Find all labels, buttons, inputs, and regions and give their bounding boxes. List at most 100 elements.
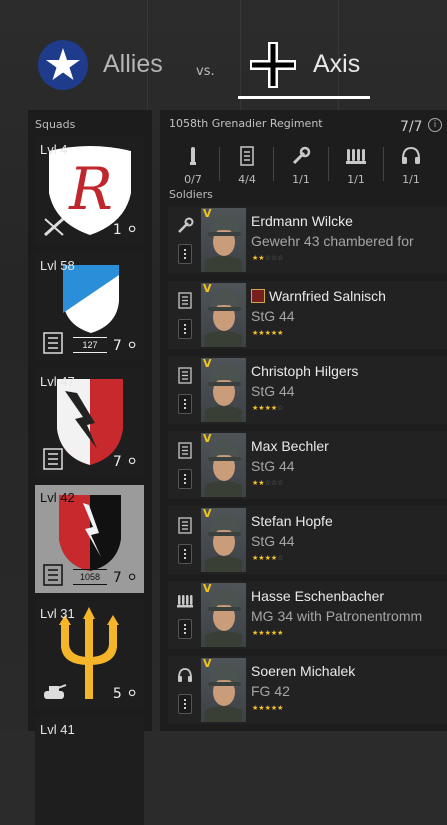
allies-star-icon[interactable]	[38, 40, 88, 90]
squad-card-selected[interactable]: Lvl 42 1058 7 ⚪	[35, 485, 144, 593]
squad-unit-tag: 1058	[73, 569, 107, 585]
slot-value: 0/7	[184, 173, 202, 186]
wrench-icon	[176, 216, 194, 234]
slot-value: 1/1	[402, 173, 420, 186]
star-empty-icon: ☆	[277, 554, 284, 562]
list-icon	[43, 332, 63, 354]
person-icon: ⚪	[126, 454, 138, 470]
star-empty-icon: ☆	[277, 254, 284, 262]
more-options-icon[interactable]	[178, 694, 192, 714]
soldier-name-text: Stefan Hopfe	[251, 513, 333, 529]
star-filled-icon: ★	[277, 704, 284, 712]
list-icon	[176, 516, 194, 534]
side-header: Allies vs. Axis	[0, 0, 447, 100]
more-options-icon[interactable]	[178, 469, 192, 489]
squad-card[interactable]: Lvl 31 5 ⚪	[35, 601, 144, 709]
squad-soldier-count: 7 ⚪	[112, 338, 138, 354]
soldier-weapon: StG 44	[251, 383, 295, 399]
slot-value: 1/1	[347, 173, 365, 186]
list-icon	[43, 448, 63, 470]
soldier-name: Max Bechler	[251, 438, 329, 454]
headset-icon	[176, 666, 194, 684]
squad-card[interactable]: Lvl 41	[35, 717, 144, 825]
soldier-row[interactable]: V Soeren Michalek FG 42 ★★★★★	[168, 656, 447, 724]
ammo-icon	[190, 147, 196, 165]
soldier-row[interactable]: V Max Bechler StG 44 ★★☆☆☆	[168, 431, 447, 499]
soldier-row[interactable]: V Christoph Hilgers StG 44 ★★★★☆	[168, 356, 447, 424]
squad-card[interactable]: Lvl 58 127 7 ⚪	[35, 253, 144, 361]
rank-badge: V	[203, 207, 212, 220]
vs-label: vs.	[196, 64, 215, 79]
soldier-name-text: Soeren Michalek	[251, 663, 356, 679]
more-options-icon[interactable]	[178, 244, 192, 264]
info-icon[interactable]: i	[428, 118, 442, 132]
rank-badge: V	[203, 582, 212, 595]
soldier-row[interactable]: V Erdmann Wilcke Gewehr 43 chambered for ★★…	[168, 206, 447, 274]
slot-divider	[383, 147, 384, 181]
more-options-icon[interactable]	[178, 319, 192, 339]
regiment-count: 7/7	[400, 119, 423, 135]
medal-icon	[251, 289, 265, 303]
soldier-name: Soeren Michalek	[251, 663, 355, 679]
list-icon	[240, 146, 254, 166]
soldier-weapon: StG 44	[251, 308, 295, 324]
slot-divider	[273, 147, 274, 181]
soldier-weapon: MG 34 with Patronentromm	[251, 608, 423, 624]
soldier-name: Hasse Eschenbacher	[251, 588, 384, 604]
soldier-stars: ★★★★★	[252, 629, 283, 637]
more-options-icon[interactable]	[178, 394, 192, 414]
soldier-row[interactable]: V Stefan Hopfe StG 44 ★★★★☆	[168, 506, 447, 574]
list-icon	[176, 291, 194, 309]
axis-cross-icon[interactable]	[248, 40, 298, 90]
list-icon	[176, 366, 194, 384]
star-filled-icon: ★	[277, 329, 284, 337]
soldier-row[interactable]: V Hasse Eschenbacher MG 34 with Patronentr…	[168, 581, 447, 649]
ammo-belt-icon	[176, 591, 194, 609]
more-options-icon[interactable]	[178, 544, 192, 564]
ammo-belt-icon	[346, 149, 366, 164]
slot-value: 1/1	[292, 173, 310, 186]
slot-value: 4/4	[238, 173, 256, 186]
squad-level: Lvl 47	[40, 374, 75, 389]
slot-engineer[interactable]: 1/1	[276, 145, 326, 186]
more-options-icon[interactable]	[178, 619, 192, 639]
star-empty-icon: ☆	[277, 479, 284, 487]
regiment-title: 1058th Grenadier Regiment	[169, 117, 323, 130]
squad-level: Lvl 58	[40, 258, 75, 273]
person-icon: ⚪	[126, 338, 138, 354]
slot-machinegunner[interactable]: 1/1	[331, 145, 381, 186]
person-icon: ⚪	[126, 222, 138, 238]
soldier-weapon: FG 42	[251, 683, 290, 699]
rank-badge: V	[203, 432, 212, 445]
tank-icon	[44, 684, 67, 699]
squad-level: Lvl 42	[40, 490, 75, 505]
rank-badge: V	[203, 282, 212, 295]
selected-tab-indicator	[238, 96, 370, 99]
soldier-name: Erdmann Wilcke	[251, 213, 353, 229]
squads-title: Squads	[35, 118, 76, 131]
rank-badge: V	[203, 507, 212, 520]
slot-radio[interactable]: 1/1	[386, 145, 436, 186]
axis-tab[interactable]: Axis	[313, 50, 360, 79]
squad-card[interactable]: R Lvl 4 1 ⚪	[35, 137, 144, 245]
squad-soldier-count: 7 ⚪	[112, 570, 138, 586]
soldier-row[interactable]: V Warnfried Salnisch StG 44 ★★★★★	[168, 281, 447, 349]
slot-ammo[interactable]: 0/7	[168, 145, 218, 186]
person-icon: ⚪	[126, 570, 138, 586]
squad-level: Lvl 41	[40, 722, 75, 737]
slot-divider	[219, 147, 220, 181]
squad-unit-tag: 127	[73, 337, 107, 353]
soldier-name-text: Max Bechler	[251, 438, 329, 454]
star-filled-icon: ★	[277, 629, 284, 637]
soldier-name: Warnfried Salnisch	[251, 288, 386, 304]
soldier-name-text: Erdmann Wilcke	[251, 213, 353, 229]
person-icon: ⚪	[126, 686, 138, 702]
soldier-stars: ★★★★☆	[252, 554, 283, 562]
soldier-stars: ★★★★☆	[252, 404, 283, 412]
squad-card[interactable]: Lvl 47 7 ⚪	[35, 369, 144, 477]
slot-divider	[328, 147, 329, 181]
slot-rifleman[interactable]: 4/4	[222, 145, 272, 186]
squad-soldier-count: 5 ⚪	[112, 686, 138, 702]
headset-icon	[402, 146, 420, 164]
allies-tab[interactable]: Allies	[103, 50, 163, 79]
